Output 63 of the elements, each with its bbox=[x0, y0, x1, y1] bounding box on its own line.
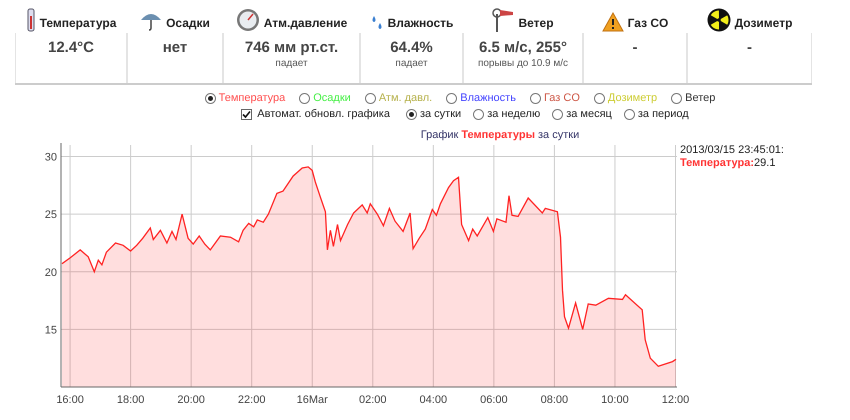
chart-title: за сутки bbox=[538, 129, 580, 142]
warning-icon bbox=[602, 12, 624, 32]
x-tick-label: 16Mar bbox=[296, 394, 328, 406]
sensor-note: падает bbox=[395, 57, 428, 71]
checkbox-label[interactable]: Автомат. обновл. графика bbox=[257, 106, 390, 122]
sensor-label: Осадки bbox=[166, 15, 210, 32]
series-option-label[interactable]: Ветер bbox=[685, 90, 716, 106]
sensor-label: Атм.давление bbox=[264, 15, 348, 32]
period-label[interactable]: за неделю bbox=[487, 106, 540, 122]
sensor-value: нет bbox=[162, 39, 188, 57]
x-tick-label: 02:00 bbox=[359, 394, 387, 406]
sensor-label: Газ CO bbox=[628, 15, 668, 32]
period-label[interactable]: за месяц bbox=[566, 106, 612, 122]
sensor-value: 746 мм рт.ст. bbox=[244, 39, 338, 57]
radio-button[interactable] bbox=[446, 92, 458, 104]
y-tick-label: 15 bbox=[44, 324, 57, 336]
x-tick-label: 20:00 bbox=[177, 394, 205, 406]
radio-button[interactable] bbox=[671, 92, 682, 104]
y-tick-label: 30 bbox=[44, 152, 57, 164]
radio-button[interactable] bbox=[473, 108, 484, 120]
y-tick-label: 25 bbox=[44, 209, 57, 222]
checkbox[interactable] bbox=[241, 108, 252, 120]
x-tick-label: 04:00 bbox=[420, 394, 448, 406]
period-label[interactable]: за сутки bbox=[420, 106, 462, 122]
series-option-label[interactable]: Газ CO bbox=[544, 90, 580, 106]
radio-button[interactable] bbox=[530, 92, 541, 104]
y-tick-label: 20 bbox=[44, 266, 57, 279]
windsock-icon bbox=[492, 8, 514, 32]
sensor-value: 6.5 м/с, 255° bbox=[479, 39, 567, 57]
sensor-value: 12.4°C bbox=[48, 39, 94, 57]
x-tick-label: 16:00 bbox=[56, 394, 84, 406]
droplets-icon bbox=[370, 14, 384, 32]
sensor-note: падает bbox=[275, 57, 308, 71]
radio-button[interactable] bbox=[364, 92, 376, 104]
x-tick-label: 22:00 bbox=[238, 394, 266, 406]
sensor-label: Дозиметр bbox=[734, 15, 792, 32]
radio-button[interactable] bbox=[204, 92, 216, 104]
radio-button[interactable] bbox=[406, 108, 417, 120]
sensor-value: 64.4% bbox=[390, 39, 433, 57]
x-tick-label: 10:00 bbox=[601, 394, 629, 406]
x-tick-label: 06:00 bbox=[480, 394, 508, 406]
x-tick-label: 12:00 bbox=[662, 394, 690, 406]
legend-timestamp: 2013/03/15 23:45:01: bbox=[680, 144, 784, 157]
radiation-icon bbox=[706, 8, 731, 32]
radio-button[interactable] bbox=[552, 108, 564, 120]
sensor-note: порывы до 10.9 м/с bbox=[478, 57, 568, 71]
x-tick-label: 18:00 bbox=[116, 394, 144, 406]
period-label[interactable]: за период bbox=[638, 106, 689, 122]
sensor-label: Температура bbox=[40, 15, 116, 32]
gauge-icon bbox=[236, 8, 260, 32]
sensor-label: Ветер bbox=[518, 15, 554, 32]
sensor-value: - bbox=[747, 39, 752, 57]
sensor-label: Влажность bbox=[388, 15, 454, 32]
radio-button[interactable] bbox=[594, 92, 605, 104]
legend-value: 29.1 bbox=[754, 157, 776, 170]
radio-button[interactable] bbox=[299, 92, 310, 104]
legend-label: Температура: bbox=[680, 157, 754, 170]
x-tick-label: 08:00 bbox=[540, 394, 568, 406]
sensor-value: - bbox=[632, 39, 638, 57]
chart-title: График bbox=[420, 129, 458, 142]
series-option-label[interactable]: Влажность bbox=[460, 90, 516, 106]
radio-button[interactable] bbox=[624, 108, 635, 120]
chart-title: Температуры bbox=[461, 129, 535, 142]
